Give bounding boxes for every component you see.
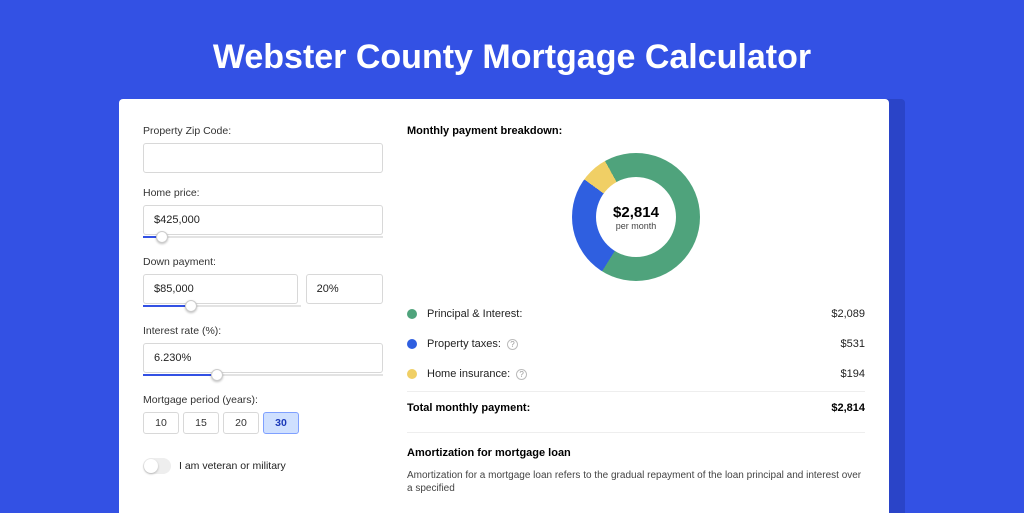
info-icon[interactable]: ? xyxy=(507,339,518,350)
card-shadow: Property Zip Code: Home price: Down paym… xyxy=(119,99,905,513)
total-value: $2,814 xyxy=(831,402,865,414)
veteran-label: I am veteran or military xyxy=(179,460,286,472)
info-icon[interactable]: ? xyxy=(516,369,527,380)
zip-input[interactable] xyxy=(143,143,383,173)
slider-thumb-icon[interactable] xyxy=(156,231,168,243)
period-btn-20[interactable]: 20 xyxy=(223,412,259,434)
veteran-toggle[interactable] xyxy=(143,458,171,474)
total-label: Total monthly payment: xyxy=(407,402,530,414)
total-row: Total monthly payment: $2,814 xyxy=(407,391,865,414)
period-label: Mortgage period (years): xyxy=(143,394,383,406)
amort-text: Amortization for a mortgage loan refers … xyxy=(407,469,865,495)
donut-center: $2,814 per month xyxy=(596,177,676,257)
amort-title: Amortization for mortgage loan xyxy=(407,447,865,459)
right-panel: Monthly payment breakdown: $2,814 per mo… xyxy=(407,125,865,495)
dot-icon xyxy=(407,309,417,319)
down-payment-slider[interactable] xyxy=(143,301,301,311)
slider-thumb-icon[interactable] xyxy=(211,369,223,381)
home-price-label: Home price: xyxy=(143,187,383,199)
legend-label: Property taxes: xyxy=(427,338,501,350)
donut-amount: $2,814 xyxy=(613,204,659,221)
legend-value: $194 xyxy=(841,368,865,380)
home-price-field: Home price: xyxy=(143,187,383,242)
donut-chart-box: $2,814 per month xyxy=(407,153,865,281)
interest-field: Interest rate (%): xyxy=(143,325,383,380)
dot-icon xyxy=(407,369,417,379)
donut-sub: per month xyxy=(616,221,657,231)
left-form: Property Zip Code: Home price: Down paym… xyxy=(143,125,383,495)
down-payment-label: Down payment: xyxy=(143,256,383,268)
dot-icon xyxy=(407,339,417,349)
legend-value: $2,089 xyxy=(831,308,865,320)
period-buttons: 10 15 20 30 xyxy=(143,412,383,434)
legend-label: Principal & Interest: xyxy=(427,308,522,320)
home-price-slider[interactable] xyxy=(143,232,383,242)
breakdown-title: Monthly payment breakdown: xyxy=(407,125,865,137)
down-payment-input[interactable] xyxy=(143,274,298,304)
home-price-input[interactable] xyxy=(143,205,383,235)
amortization-section: Amortization for mortgage loan Amortizat… xyxy=(407,432,865,495)
down-payment-field: Down payment: xyxy=(143,256,383,311)
veteran-row: I am veteran or military xyxy=(143,458,383,474)
slider-thumb-icon[interactable] xyxy=(185,300,197,312)
zip-field: Property Zip Code: xyxy=(143,125,383,173)
zip-label: Property Zip Code: xyxy=(143,125,383,137)
down-payment-pct-input[interactable] xyxy=(306,274,383,304)
period-btn-30[interactable]: 30 xyxy=(263,412,299,434)
period-btn-15[interactable]: 15 xyxy=(183,412,219,434)
period-btn-10[interactable]: 10 xyxy=(143,412,179,434)
legend-insurance: Home insurance: ? $194 xyxy=(407,359,865,389)
page-title: Webster County Mortgage Calculator xyxy=(0,0,1024,99)
period-field: Mortgage period (years): 10 15 20 30 xyxy=(143,394,383,434)
legend-taxes: Property taxes: ? $531 xyxy=(407,329,865,359)
donut-chart: $2,814 per month xyxy=(572,153,700,281)
calculator-card: Property Zip Code: Home price: Down paym… xyxy=(119,99,889,513)
legend-label: Home insurance: xyxy=(427,368,510,380)
interest-label: Interest rate (%): xyxy=(143,325,383,337)
legend-principal: Principal & Interest: $2,089 xyxy=(407,299,865,329)
legend-value: $531 xyxy=(841,338,865,350)
interest-slider[interactable] xyxy=(143,370,383,380)
interest-input[interactable] xyxy=(143,343,383,373)
